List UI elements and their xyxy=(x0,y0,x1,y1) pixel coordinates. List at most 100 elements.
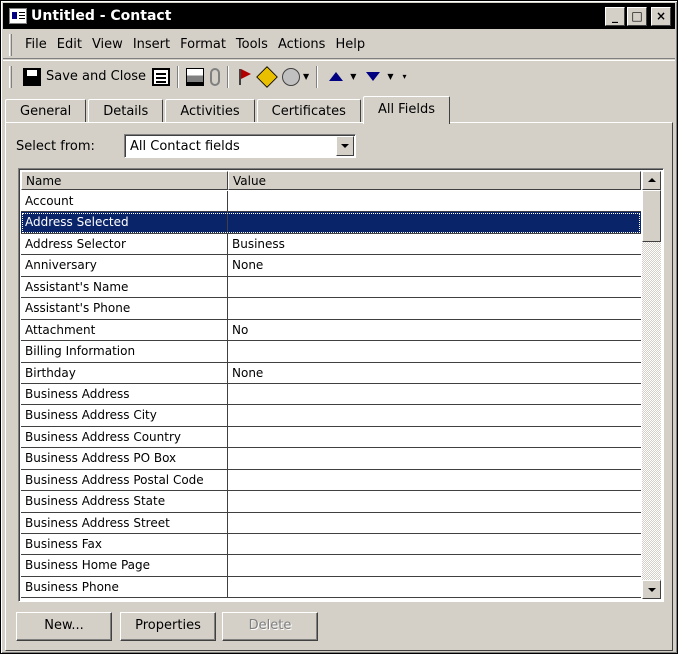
next-item-button[interactable]: ▼ xyxy=(359,65,396,89)
table-row[interactable]: Business Fax xyxy=(21,534,641,556)
save-contact-button[interactable] xyxy=(149,65,173,89)
chevron-down-icon[interactable] xyxy=(336,136,354,156)
field-name-cell: Business Fax xyxy=(21,534,228,555)
field-value-cell[interactable]: None xyxy=(228,255,641,275)
arrow-down-icon xyxy=(366,72,381,81)
previous-item-button[interactable]: ▼ xyxy=(322,65,359,89)
tab-general[interactable]: General xyxy=(5,99,87,123)
table-row[interactable]: Account xyxy=(21,191,641,213)
column-header-name[interactable]: Name xyxy=(21,171,228,190)
field-name-cell: Attachment xyxy=(21,319,228,341)
print-button[interactable] xyxy=(183,65,207,89)
field-value-cell[interactable] xyxy=(228,341,641,361)
maximize-button[interactable]: □ xyxy=(627,6,647,26)
field-value-cell[interactable] xyxy=(228,191,641,211)
field-value-cell[interactable]: No xyxy=(228,320,641,340)
menu-tools[interactable]: Tools xyxy=(231,37,273,52)
menu-insert[interactable]: Insert xyxy=(128,37,175,52)
follow-up-button[interactable] xyxy=(233,65,255,89)
field-value-cell[interactable] xyxy=(228,534,641,554)
table-row[interactable]: Business Address xyxy=(21,383,641,406)
menubar-grip[interactable] xyxy=(9,33,12,56)
table-row[interactable]: Business Phone xyxy=(21,576,641,599)
grid-header: Name Value xyxy=(21,171,641,190)
table-row[interactable]: Assistant's Phone xyxy=(21,298,641,320)
scroll-up-button[interactable] xyxy=(642,171,661,190)
table-row[interactable]: Anniversary None xyxy=(21,255,641,277)
dropdown-arrow-icon[interactable]: ▼ xyxy=(350,72,356,81)
fields-grid: Name Value Account Address Selected Addres… xyxy=(18,168,664,602)
table-row[interactable]: Attachment No xyxy=(21,319,641,342)
field-value-cell[interactable] xyxy=(228,427,641,447)
tab-all-fields[interactable]: All Fields xyxy=(362,96,450,124)
contact-card-icon[interactable] xyxy=(9,8,27,24)
toolbar-grip[interactable] xyxy=(9,65,12,88)
select-from-dropdown[interactable]: All Contact fields xyxy=(124,134,356,158)
field-value-cell[interactable] xyxy=(228,577,641,597)
field-value-cell[interactable] xyxy=(228,384,641,404)
properties-button[interactable]: Properties xyxy=(120,612,216,641)
toolbar-separator xyxy=(227,65,230,88)
table-row[interactable]: Business Address City xyxy=(21,405,641,427)
title-bar[interactable]: Untitled - Contact _ □ × xyxy=(3,3,675,29)
new-field-button[interactable]: New... xyxy=(16,612,112,641)
field-value-cell[interactable] xyxy=(228,212,641,232)
dropdown-arrow-icon[interactable]: ▼ xyxy=(387,72,393,81)
tab-certificates[interactable]: Certificates xyxy=(256,99,361,123)
table-row[interactable]: Business Address Country xyxy=(21,426,641,449)
menu-actions[interactable]: Actions xyxy=(273,37,331,52)
close-button[interactable]: × xyxy=(651,6,671,26)
field-name-cell: Assistant's Name xyxy=(21,276,228,298)
field-value-cell[interactable] xyxy=(228,470,641,490)
contact-window: Untitled - Contact _ □ × File Edit View … xyxy=(0,0,678,654)
field-value-cell[interactable] xyxy=(228,555,641,575)
tab-details[interactable]: Details xyxy=(88,99,164,123)
field-name-cell: Business Home Page xyxy=(21,555,228,576)
column-header-value[interactable]: Value xyxy=(228,171,641,190)
tab-activities[interactable]: Activities xyxy=(165,99,255,123)
save-and-close-button[interactable]: Save and Close xyxy=(20,65,149,89)
scroll-down-button[interactable] xyxy=(642,580,661,599)
table-row[interactable]: Business Address Postal Code xyxy=(21,469,641,492)
chevron-down-icon: ▾ xyxy=(402,72,407,81)
table-row[interactable]: Birthday None xyxy=(21,362,641,384)
field-value-cell[interactable]: Business xyxy=(228,234,641,254)
table-row[interactable]: Business Address PO Box xyxy=(21,448,641,470)
table-row[interactable]: Business Address Street xyxy=(21,512,641,534)
table-row[interactable]: Address Selected xyxy=(21,212,641,234)
toolbar-options-button[interactable]: ▾ xyxy=(397,65,410,89)
dial-button[interactable]: ▼ xyxy=(279,65,312,89)
table-row[interactable]: Billing Information xyxy=(21,341,641,363)
table-row[interactable]: Assistant's Name xyxy=(21,276,641,299)
field-name-cell: Address Selected xyxy=(21,212,228,233)
menu-view[interactable]: View xyxy=(87,37,128,52)
field-value-cell[interactable]: None xyxy=(228,363,641,383)
table-row[interactable]: Business Address State xyxy=(21,491,641,513)
dropdown-arrow-icon[interactable]: ▼ xyxy=(303,72,309,81)
table-row[interactable]: Address Selector Business xyxy=(21,233,641,256)
save-and-close-label: Save and Close xyxy=(46,69,147,84)
delete-button[interactable]: Delete xyxy=(222,612,318,641)
minimize-button[interactable]: _ xyxy=(605,6,625,26)
field-name-cell: Account xyxy=(21,191,228,212)
attach-button[interactable] xyxy=(207,65,223,89)
toolbar-separator xyxy=(177,65,180,88)
field-value-cell[interactable] xyxy=(228,298,641,318)
menu-bar: File Edit View Insert Format Tools Actio… xyxy=(3,31,675,59)
field-value-cell[interactable] xyxy=(228,405,641,425)
vertical-scrollbar[interactable] xyxy=(642,171,661,599)
menu-file[interactable]: File xyxy=(20,37,52,52)
menu-help[interactable]: Help xyxy=(330,37,370,52)
flag-icon xyxy=(236,68,252,86)
table-row[interactable]: Business Home Page xyxy=(21,555,641,577)
field-value-cell[interactable] xyxy=(228,491,641,511)
display-map-button[interactable] xyxy=(255,65,279,89)
field-value-cell[interactable] xyxy=(228,448,641,468)
field-value-cell[interactable] xyxy=(228,277,641,297)
field-name-cell: Business Address PO Box xyxy=(21,448,228,469)
field-value-cell[interactable] xyxy=(228,513,641,533)
select-from-label: Select from: xyxy=(16,139,95,154)
scroll-thumb[interactable] xyxy=(642,190,661,242)
menu-format[interactable]: Format xyxy=(175,37,231,52)
menu-edit[interactable]: Edit xyxy=(52,37,87,52)
